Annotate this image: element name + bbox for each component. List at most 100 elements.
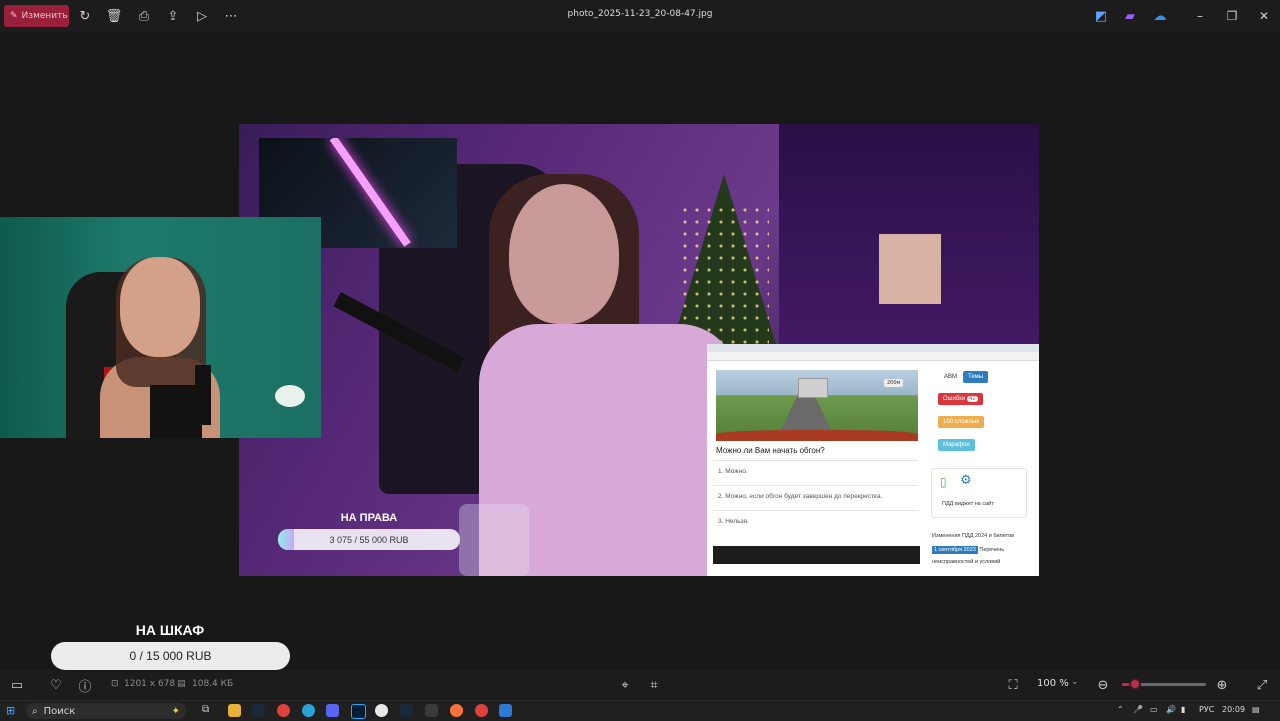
light-streak bbox=[329, 138, 411, 247]
photo-canvas: НА ПРАВА 3 075 / 55 000 RUB 200м Можно л… bbox=[239, 124, 1039, 576]
steam-alt-icon[interactable] bbox=[400, 704, 413, 717]
file-size-icon: ▤ bbox=[177, 679, 186, 689]
widget-box[interactable]: ▯ ⚙ ПДД виджет на сайт bbox=[931, 468, 1027, 518]
goal-progress-fill bbox=[278, 529, 295, 550]
window-title: photo_2025-11-23_20-08-47.jpg bbox=[567, 9, 713, 19]
edit-button[interactable]: ✎ Изменить bbox=[4, 5, 69, 27]
edit-icon: ✎ bbox=[10, 11, 18, 21]
battery-icon[interactable]: ▮ bbox=[1181, 705, 1185, 714]
goal-title: НА ПРАВА bbox=[340, 512, 398, 524]
webcam-streamer-face bbox=[120, 257, 200, 357]
restore-icon[interactable]: ❐ bbox=[1222, 6, 1242, 26]
discord-icon[interactable] bbox=[326, 704, 339, 717]
marathon-button[interactable]: Марафон bbox=[938, 439, 975, 451]
gear-icon: ⚙ bbox=[960, 473, 972, 488]
streamer-face bbox=[509, 184, 619, 324]
minimize-icon[interactable]: – bbox=[1190, 6, 1210, 26]
widget-label: ПДД виджет на сайт bbox=[942, 501, 994, 507]
slideshow-icon[interactable]: ▷ bbox=[193, 7, 211, 25]
quiz-image: 200м bbox=[716, 370, 918, 441]
fit-to-window-icon[interactable]: ⛶ bbox=[1004, 676, 1022, 694]
search-placeholder: Поиск bbox=[43, 705, 76, 717]
browser-address-bar bbox=[707, 352, 1039, 361]
steam-icon[interactable] bbox=[252, 704, 265, 717]
hard-questions-button[interactable]: 100 сложных bbox=[938, 416, 985, 428]
obs-icon[interactable] bbox=[375, 704, 388, 717]
info-icon[interactable]: ⓘ bbox=[76, 676, 94, 695]
changes-title[interactable]: Изменения ПДД 2024 и билетов bbox=[932, 533, 1014, 539]
errors-label: Ошибки bbox=[943, 396, 966, 402]
clock[interactable]: 20:09 bbox=[1222, 705, 1245, 714]
changes-entry[interactable]: 1 сентября 2023 Перечень bbox=[932, 546, 1005, 554]
room-tv bbox=[879, 234, 941, 304]
network-icon[interactable]: ▭ bbox=[1150, 705, 1158, 714]
notifications-icon[interactable]: ▤ bbox=[1252, 705, 1260, 714]
changes-date: 1 сентября 2023 bbox=[932, 546, 978, 554]
favorite-heart-icon[interactable]: ♡ bbox=[47, 676, 65, 694]
quiz-browser-window: 200м Можно ли Вам начать обгон? 1. Можно… bbox=[707, 344, 1039, 576]
water-glass bbox=[459, 504, 529, 576]
close-icon[interactable]: ✕ bbox=[1254, 6, 1274, 26]
file-size: 108.4 КБ bbox=[192, 679, 234, 689]
answer-option[interactable]: 3. Нельзя. bbox=[713, 510, 918, 532]
telegram-icon[interactable] bbox=[302, 704, 315, 717]
abm-button[interactable]: ABM bbox=[939, 371, 962, 383]
distance-tag: 200м bbox=[884, 379, 904, 387]
answer-option[interactable]: 2. Можно, если обгон будет завершен до п… bbox=[713, 485, 918, 507]
copilot-sparkle-icon: ✦ bbox=[171, 705, 180, 717]
goal2-title: НА ШКАФ bbox=[135, 622, 205, 638]
microphone-icon[interactable]: 🎤 bbox=[1133, 705, 1143, 714]
goal-progress-bar: 3 075 / 55 000 RUB bbox=[278, 529, 460, 550]
webcam-overlay bbox=[0, 217, 321, 438]
answer-option[interactable]: 1. Можно. bbox=[713, 460, 918, 482]
tray-chevron-up-icon[interactable]: ⌃ bbox=[1117, 705, 1124, 714]
edit-button-label: Изменить bbox=[21, 11, 68, 21]
image-dimensions: 1201 x 678 bbox=[124, 679, 176, 689]
truck bbox=[798, 378, 828, 398]
onedrive-icon[interactable]: ☁ bbox=[1151, 7, 1169, 25]
browser-tabs bbox=[707, 344, 1039, 352]
volume-icon[interactable]: 🔊 bbox=[1166, 705, 1176, 714]
zoom-slider-thumb[interactable] bbox=[1129, 678, 1141, 690]
embedded-video-bar[interactable] bbox=[713, 546, 920, 564]
app-settings-icon[interactable] bbox=[425, 704, 438, 717]
changes-text-continued: неисправностей и условий bbox=[932, 559, 1001, 565]
fullscreen-icon[interactable]: ⤢ bbox=[1253, 676, 1271, 694]
file-explorer-icon[interactable] bbox=[228, 704, 241, 717]
more-options-icon[interactable]: ⋯ bbox=[222, 7, 240, 25]
chrome-icon[interactable] bbox=[277, 704, 290, 717]
rotate-icon[interactable]: ↻ bbox=[76, 7, 94, 25]
task-view-icon[interactable]: ⧉ bbox=[202, 704, 215, 717]
visual-search-icon[interactable]: ⌖ bbox=[616, 676, 634, 694]
designer-app-icon[interactable]: ◩ bbox=[1092, 7, 1110, 25]
chevron-down-icon[interactable]: ⌄ bbox=[1071, 677, 1079, 687]
goal2-progress-text: 0 / 15 000 RUB bbox=[129, 649, 212, 663]
webcam-microphone bbox=[195, 365, 211, 425]
language-indicator[interactable]: РУС bbox=[1199, 705, 1214, 714]
share-icon[interactable]: ⇪ bbox=[164, 7, 182, 25]
errors-button[interactable]: Ошибки 42 bbox=[938, 393, 983, 405]
viewer-toolbar: ✎ Изменить ↻ 🗑 ⎙ ⇪ ▷ ⋯ photo_2025-11-23_… bbox=[0, 0, 1280, 32]
text-extract-icon[interactable]: ⌗ bbox=[645, 676, 663, 694]
clipchamp-icon[interactable]: ▰ bbox=[1121, 7, 1139, 25]
start-icon[interactable]: ⊞ bbox=[6, 704, 15, 717]
goal2-progress-bar: 0 / 15 000 RUB bbox=[51, 642, 290, 670]
firefox-icon[interactable] bbox=[450, 704, 463, 717]
zoom-in-icon[interactable]: ⊕ bbox=[1213, 676, 1231, 694]
photoshop-icon[interactable] bbox=[351, 704, 366, 719]
themes-button[interactable]: Темы bbox=[963, 371, 989, 383]
search-icon: ⌕ bbox=[32, 705, 38, 717]
photos-app-icon[interactable] bbox=[499, 704, 512, 717]
zoom-level[interactable]: 100 % bbox=[1037, 678, 1069, 689]
print-icon[interactable]: ⎙ bbox=[135, 7, 153, 25]
taskbar-search[interactable]: ⌕ Поиск ✦ bbox=[26, 703, 186, 719]
delete-icon[interactable]: 🗑 bbox=[105, 7, 123, 25]
changes-text: Перечень bbox=[979, 547, 1005, 553]
windows-taskbar: ⊞ ⌕ Поиск ✦ ⧉ ⌃ 🎤 ▭ 🔊 ▮ РУС 20:09 ▤ bbox=[0, 700, 1280, 721]
zoom-out-icon[interactable]: ⊖ bbox=[1094, 676, 1112, 694]
filmstrip-icon[interactable]: ▭ bbox=[8, 676, 26, 694]
viewer-statusbar: ▭ ♡ ⓘ ⊡ 1201 x 678 ▤ 108.4 КБ ⌖ ⌗ ⛶ 100 … bbox=[0, 670, 1280, 700]
chrome-alt-icon[interactable] bbox=[475, 704, 488, 717]
webcam-lamp bbox=[275, 385, 305, 407]
tree-lights bbox=[679, 204, 769, 344]
